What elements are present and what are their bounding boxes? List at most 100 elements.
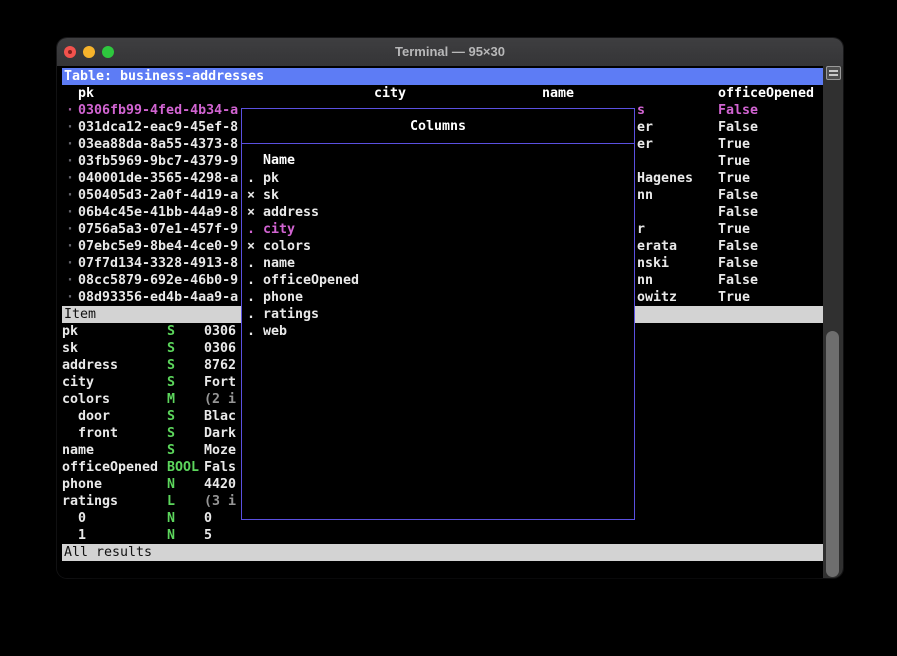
row-bullet-icon: · (66, 170, 74, 187)
column-name-label: name (263, 255, 295, 272)
field-value: 0306 (204, 340, 236, 357)
field-value: 8762 (204, 357, 236, 374)
columns-dialog-name-header: Name (263, 152, 295, 169)
row-bullet-icon: · (66, 136, 74, 153)
table-title: Table: business-addresses (64, 68, 264, 85)
cell-pk: 03ea88da-8a55-4373-8 (78, 136, 238, 153)
scrollbar-thumb[interactable] (826, 331, 839, 577)
field-value: 0306 (204, 323, 236, 340)
field-type: S (167, 442, 175, 459)
row-bullet-icon: · (66, 102, 74, 119)
cell-pk: 03fb5969-9bc7-4379-9 (78, 153, 238, 170)
cell-name-tail: owitz (637, 289, 677, 306)
cell-pk: 07ebc5e9-8be4-4ce0-9 (78, 238, 238, 255)
item-field-row[interactable]: 1N5 (62, 527, 823, 544)
field-type: S (167, 340, 175, 357)
columns-dialog-item[interactable]: × colors (242, 238, 634, 255)
field-type: S (167, 425, 175, 442)
column-name-label: officeOpened (263, 272, 359, 289)
field-type: S (167, 357, 175, 374)
field-name: ratings (62, 493, 118, 510)
column-visibility-marker: . (247, 170, 255, 187)
field-type: BOOL (167, 459, 199, 476)
column-header-officeopened[interactable]: officeOpened (718, 85, 814, 102)
column-header-name[interactable]: name (542, 85, 574, 102)
cell-name-tail: nn (637, 272, 653, 289)
row-bullet-icon: · (66, 289, 74, 306)
field-value: Blac (204, 408, 236, 425)
cell-name-tail: er (637, 119, 653, 136)
status-bar: All results (62, 544, 823, 561)
field-name: address (62, 357, 118, 374)
columns-dialog: Columns Name .pk×sk×address.city×colors.… (241, 108, 635, 520)
column-name-label: web (263, 323, 287, 340)
column-header-city[interactable]: city (374, 85, 406, 102)
terminal-window: Terminal — 95×30 Table: business-address… (57, 38, 843, 578)
column-visibility-marker: × (247, 204, 255, 221)
columns-dialog-item[interactable]: . phone (242, 289, 634, 306)
cell-name-tail: erata (637, 238, 677, 255)
columns-dialog-separator (242, 143, 634, 144)
field-type: S (167, 408, 175, 425)
cell-officeopened: True (718, 289, 750, 306)
columns-dialog-item[interactable]: .officeOpened (242, 272, 634, 289)
field-value: (3 i (204, 493, 236, 510)
column-name-label: ratings (263, 306, 319, 323)
field-value: 0 (204, 510, 212, 527)
column-visibility-marker: . (247, 221, 255, 238)
column-visibility-marker: . (247, 255, 255, 272)
scrollbar-track[interactable] (823, 66, 843, 578)
split-pane-button[interactable] (826, 66, 841, 80)
field-name: door (78, 408, 110, 425)
cell-pk: 031dca12-eac9-45ef-8 (78, 119, 238, 136)
field-type: N (167, 476, 175, 493)
cell-officeopened: False (718, 119, 758, 136)
cell-name-tail: s (637, 102, 645, 119)
cell-pk: 06b4c45e-41bb-44a9-8 (78, 204, 238, 221)
cell-pk: 0756a5a3-07e1-457f-9 (78, 221, 238, 238)
cell-pk: 0306fb99-4fed-4b34-a (78, 102, 238, 119)
field-value: Fals (204, 459, 236, 476)
column-name-label: phone (263, 289, 303, 306)
columns-dialog-item[interactable]: .city (242, 221, 634, 238)
columns-dialog-item[interactable]: . web (242, 323, 634, 340)
field-type: N (167, 527, 175, 544)
column-visibility-marker: × (247, 238, 255, 255)
field-value: Moze (204, 442, 236, 459)
column-visibility-marker: . (247, 323, 255, 340)
cell-officeopened: False (718, 204, 758, 221)
columns-dialog-item[interactable]: . ratings (242, 306, 634, 323)
row-bullet-icon: · (66, 255, 74, 272)
table-title-bar: Table: business-addresses (62, 68, 823, 85)
columns-dialog-item[interactable]: ×address (242, 204, 634, 221)
cell-pk: 050405d3-2a0f-4d19-a (78, 187, 238, 204)
column-header-pk[interactable]: pk (78, 85, 94, 102)
cell-officeopened: True (718, 153, 750, 170)
terminal-content: Table: business-addresses pk city name o… (57, 66, 843, 578)
field-name: 1 (78, 527, 86, 544)
row-bullet-icon: · (66, 187, 74, 204)
column-visibility-marker: . (247, 306, 255, 323)
cell-name-tail: nn (637, 187, 653, 204)
field-name: front (78, 425, 118, 442)
cell-officeopened: True (718, 136, 750, 153)
columns-dialog-item[interactable]: . name (242, 255, 634, 272)
cell-pk: 08cc5879-692e-46b0-9 (78, 272, 238, 289)
columns-dialog-item[interactable]: × sk (242, 187, 634, 204)
field-value: Fort (204, 374, 236, 391)
cell-pk: 040001de-3565-4298-a (78, 170, 238, 187)
column-name-label: sk (263, 187, 279, 204)
field-value: Dark (204, 425, 236, 442)
column-visibility-marker: . (247, 289, 255, 306)
column-visibility-marker: × (247, 187, 255, 204)
row-bullet-icon: · (66, 272, 74, 289)
titlebar[interactable]: Terminal — 95×30 (57, 38, 843, 67)
terminal-screen: Table: business-addresses pk city name o… (62, 68, 823, 578)
field-type: S (167, 374, 175, 391)
columns-dialog-item[interactable]: .pk (242, 170, 634, 187)
cell-officeopened: False (718, 187, 758, 204)
field-type: S (167, 323, 175, 340)
column-name-label: colors (263, 238, 311, 255)
item-panel-title: Item (64, 306, 96, 323)
column-header-row: pk city name officeOpened (62, 85, 823, 102)
